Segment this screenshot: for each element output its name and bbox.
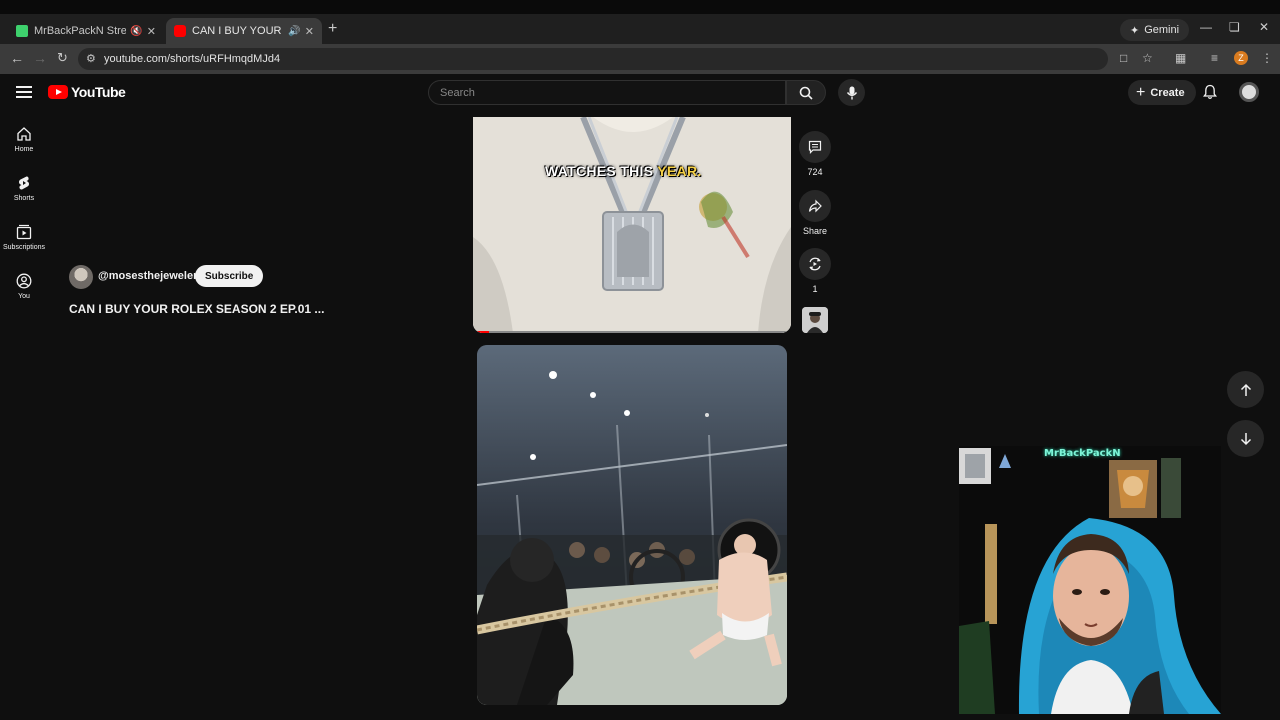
share-button[interactable]: Share [799, 190, 831, 236]
site-info-icon[interactable]: ⚙ [86, 52, 96, 65]
kick-favicon-icon [16, 25, 28, 37]
create-label: Create [1150, 86, 1185, 99]
sidebar-item-label: Home [14, 146, 34, 153]
webcam-scene [959, 446, 1221, 714]
tab-youtube-short[interactable]: CAN I BUY YOUR ROLEX SE 🔊 ✕ [166, 18, 322, 44]
tab-title: MrBackPackN Stream - Wa [34, 25, 127, 37]
bookmark-star-icon[interactable]: ☆ [1142, 51, 1153, 65]
window-top-strip [0, 0, 1280, 14]
sidebar-item-you[interactable]: You [0, 273, 48, 300]
install-app-icon[interactable]: □ [1120, 51, 1127, 65]
menu-kebab-icon[interactable]: ⋮ [1261, 51, 1273, 65]
search-input[interactable]: Search [428, 80, 786, 105]
sound-source-thumbnail[interactable] [802, 307, 828, 333]
remix-count: 1 [812, 284, 818, 294]
video-frame-shirt [473, 117, 791, 333]
extensions-icon[interactable]: ▦ [1175, 51, 1186, 65]
youtube-play-icon [48, 85, 68, 99]
sidebar-item-label: Subscriptions [2, 244, 46, 251]
channel-avatar[interactable] [69, 265, 93, 289]
forward-icon[interactable]: → [33, 50, 47, 66]
comments-button[interactable]: 724 [799, 131, 831, 177]
video-progress-bar[interactable] [473, 331, 791, 333]
sidebar-item-label: You [18, 293, 30, 300]
you-icon [16, 273, 32, 289]
microphone-icon [846, 86, 857, 99]
sidebar-item-subscriptions[interactable]: Subscriptions [0, 224, 48, 251]
notifications-bell-icon[interactable] [1202, 84, 1218, 105]
youtube-logo[interactable]: YouTube [48, 84, 126, 100]
tab-title: CAN I BUY YOUR ROLEX SE [192, 25, 284, 37]
sidebar-item-home[interactable]: Home [0, 126, 48, 153]
audio-playing-icon[interactable]: 🔊 [288, 26, 300, 37]
plus-icon: + [1136, 83, 1146, 101]
create-button[interactable]: + Create [1128, 80, 1196, 105]
video-frame-tug-of-war [477, 345, 787, 705]
close-tab-icon[interactable]: ✕ [305, 25, 314, 38]
address-bar[interactable]: ⚙ youtube.com/shorts/uRFHmqdMJd4 [78, 48, 1108, 70]
home-icon [17, 127, 31, 141]
account-avatar[interactable] [1239, 82, 1259, 102]
gemini-button[interactable]: ✦ Gemini [1120, 19, 1190, 41]
next-short-button[interactable] [1227, 420, 1264, 457]
url-text: youtube.com/shorts/uRFHmqdMJd4 [104, 53, 281, 65]
video-caption: WATCHES THIS YEAR. [545, 163, 702, 179]
short-title[interactable]: CAN I BUY YOUR ROLEX SEASON 2 EP.01 ... [69, 302, 324, 316]
stream-channel-logo: MrBackPackN [1044, 448, 1121, 459]
muted-icon[interactable]: 🔇 [130, 26, 142, 37]
share-label: Share [802, 226, 828, 236]
minimize-icon[interactable]: — [1200, 20, 1212, 34]
voice-search-button[interactable] [838, 79, 865, 106]
new-tab-icon[interactable]: + [328, 20, 337, 38]
search-icon [799, 86, 813, 100]
sidebar-item-shorts[interactable]: Shorts [0, 175, 48, 202]
shorts-icon [19, 176, 29, 190]
channel-name[interactable]: @mosesthejeweler [98, 270, 197, 282]
arrow-up-icon [1240, 383, 1251, 396]
youtube-favicon-icon [174, 25, 186, 37]
previous-short-button[interactable] [1227, 371, 1264, 408]
streamer-webcam-overlay [959, 446, 1221, 714]
reload-icon[interactable]: ↻ [57, 50, 68, 66]
subscriptions-icon [16, 224, 32, 240]
sidebar-item-label: Shorts [13, 195, 35, 202]
comments-count: 724 [807, 167, 823, 177]
short-video-player[interactable]: WATCHES THIS YEAR. [473, 117, 791, 333]
share-icon [808, 199, 822, 213]
profile-avatar[interactable]: Z [1234, 51, 1248, 65]
close-tab-icon[interactable]: ✕ [147, 25, 156, 38]
arrow-down-icon [1240, 432, 1251, 445]
comment-icon [808, 140, 822, 154]
gemini-label: Gemini [1144, 24, 1180, 36]
restore-icon[interactable]: ❏ [1229, 20, 1240, 34]
remix-icon [809, 257, 821, 271]
next-short-video[interactable] [477, 345, 787, 705]
remix-button[interactable]: 1 [799, 248, 831, 294]
hamburger-menu-icon[interactable] [16, 86, 32, 98]
reading-list-icon[interactable]: ≡ [1211, 51, 1218, 65]
search-button[interactable] [786, 80, 826, 105]
tab-stream[interactable]: MrBackPackN Stream - Wa 🔇 ✕ [8, 18, 164, 44]
close-window-icon[interactable]: ✕ [1259, 20, 1269, 34]
subscribe-button[interactable]: Subscribe [195, 265, 264, 287]
sparkle-icon: ✦ [1130, 24, 1140, 37]
back-icon[interactable]: ← [10, 50, 24, 66]
